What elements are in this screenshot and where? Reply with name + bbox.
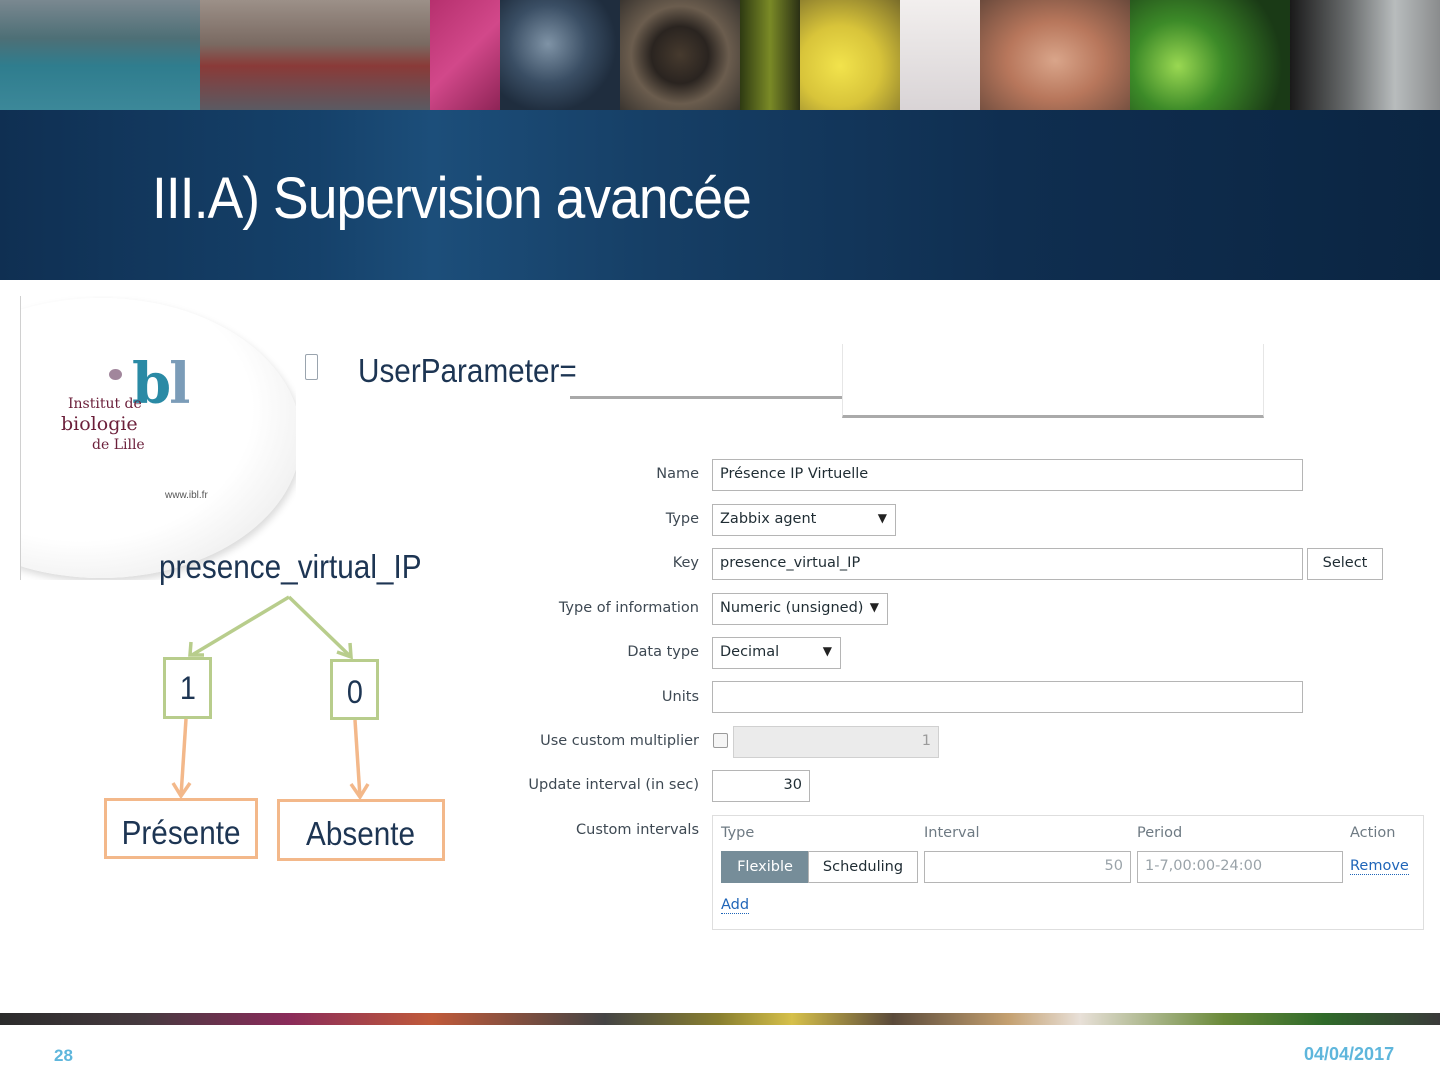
logo-line-2: biologie xyxy=(61,413,138,435)
logo-line-3: de Lille xyxy=(92,437,145,453)
add-link[interactable]: Add xyxy=(721,897,750,914)
userparameter-value-box[interactable] xyxy=(842,344,1264,418)
footer-photo-band xyxy=(0,1013,1440,1025)
data-type-select[interactable]: Decimal ▼ xyxy=(712,637,841,669)
type-select[interactable]: Zabbix agent ▼ xyxy=(712,504,896,536)
arrow-0-to-absente-head xyxy=(349,783,370,801)
bullet-text: UserParameter= xyxy=(358,352,577,389)
tree-value-1: 1 xyxy=(163,657,212,719)
slide-title: III.A) Supervision avancée xyxy=(152,166,752,231)
type-of-information-select[interactable]: Numeric (unsigned) ▼ xyxy=(712,593,888,625)
banner-photo-green-light xyxy=(1130,0,1290,110)
name-label: Name xyxy=(656,466,699,482)
header-period: Period xyxy=(1137,825,1183,841)
header-type: Type xyxy=(721,825,755,841)
userparameter-underline xyxy=(570,396,843,399)
banner-photo-people xyxy=(200,0,430,110)
interval-input[interactable]: 50 xyxy=(924,851,1131,883)
arrow-root-to-0-head xyxy=(336,642,353,660)
custom-intervals-label: Custom intervals xyxy=(576,822,699,838)
arrow-1-to-presente-head xyxy=(171,782,192,800)
data-type-label: Data type xyxy=(627,644,699,660)
update-interval-input[interactable]: 30 xyxy=(712,770,810,802)
custom-multiplier-checkbox[interactable] xyxy=(713,733,728,748)
arrow-root-to-1 xyxy=(191,595,290,657)
arrow-0-to-absente xyxy=(353,719,362,798)
banner-photo-glove xyxy=(800,0,900,110)
key-input[interactable]: presence_virtual_IP xyxy=(712,548,1303,580)
flexible-toggle[interactable]: Flexible xyxy=(721,851,809,883)
banner-photo-cells xyxy=(500,0,620,110)
custom-multiplier-input: 1 xyxy=(733,726,939,758)
tree-value-0: 0 xyxy=(330,659,379,720)
page-number: 28 xyxy=(54,1046,73,1065)
arrow-root-to-1-head xyxy=(188,641,204,657)
banner-photo-lake xyxy=(0,0,200,110)
key-label: Key xyxy=(672,555,699,571)
units-label: Units xyxy=(661,689,699,705)
custom-multiplier-label: Use custom multiplier xyxy=(540,733,699,749)
chevron-down-icon: ▼ xyxy=(822,644,832,658)
header-action: Action xyxy=(1350,825,1396,841)
units-input[interactable] xyxy=(712,681,1303,713)
slide-date: 04/04/2017 xyxy=(1304,1044,1395,1064)
ibl-logo xyxy=(20,296,296,580)
banner-photo-pink xyxy=(430,0,500,110)
type-of-information-label: Type of information xyxy=(558,600,699,616)
banner-photo-lab xyxy=(900,0,980,110)
type-of-information-value: Numeric (unsigned) xyxy=(720,600,864,616)
banner-photo-face xyxy=(980,0,1130,110)
update-interval-label: Update interval (in sec) xyxy=(528,777,699,793)
name-input[interactable]: Présence IP Virtuelle xyxy=(712,459,1303,491)
header-photo-banner xyxy=(0,0,1440,110)
tree-outcome-presente: Présente xyxy=(104,798,258,859)
banner-photo-server xyxy=(1290,0,1440,110)
type-select-value: Zabbix agent xyxy=(720,511,817,527)
logo-url: www.ibl.fr xyxy=(165,490,208,501)
zabbix-item-form: Name Présence IP Virtuelle Type Zabbix a… xyxy=(520,450,1430,940)
period-input[interactable]: 1-7,00:00-24:00 xyxy=(1137,851,1343,883)
scheduling-toggle[interactable]: Scheduling xyxy=(808,851,918,883)
header-interval: Interval xyxy=(924,825,980,841)
chevron-down-icon: ▼ xyxy=(877,511,887,525)
logo-dot xyxy=(109,369,122,380)
arrow-1-to-presente xyxy=(179,718,188,797)
logo-line-1: Institut de xyxy=(68,396,142,412)
arrow-root-to-0 xyxy=(287,595,352,658)
tree-outcome-absente: Absente xyxy=(277,799,445,861)
chevron-down-icon: ▼ xyxy=(869,600,879,614)
bullet-square-icon xyxy=(305,354,318,380)
tree-root-label: presence_virtual_IP xyxy=(159,548,422,585)
data-type-value: Decimal xyxy=(720,644,780,660)
logo-circle xyxy=(21,298,296,578)
banner-photo-green-fiber xyxy=(740,0,800,110)
remove-link[interactable]: Remove xyxy=(1350,858,1409,875)
type-label: Type xyxy=(665,511,699,527)
key-select-button[interactable]: Select xyxy=(1307,548,1383,580)
custom-intervals-table: Type Interval Period Action Flexible Sch… xyxy=(712,815,1424,930)
banner-photo-holes xyxy=(620,0,740,110)
